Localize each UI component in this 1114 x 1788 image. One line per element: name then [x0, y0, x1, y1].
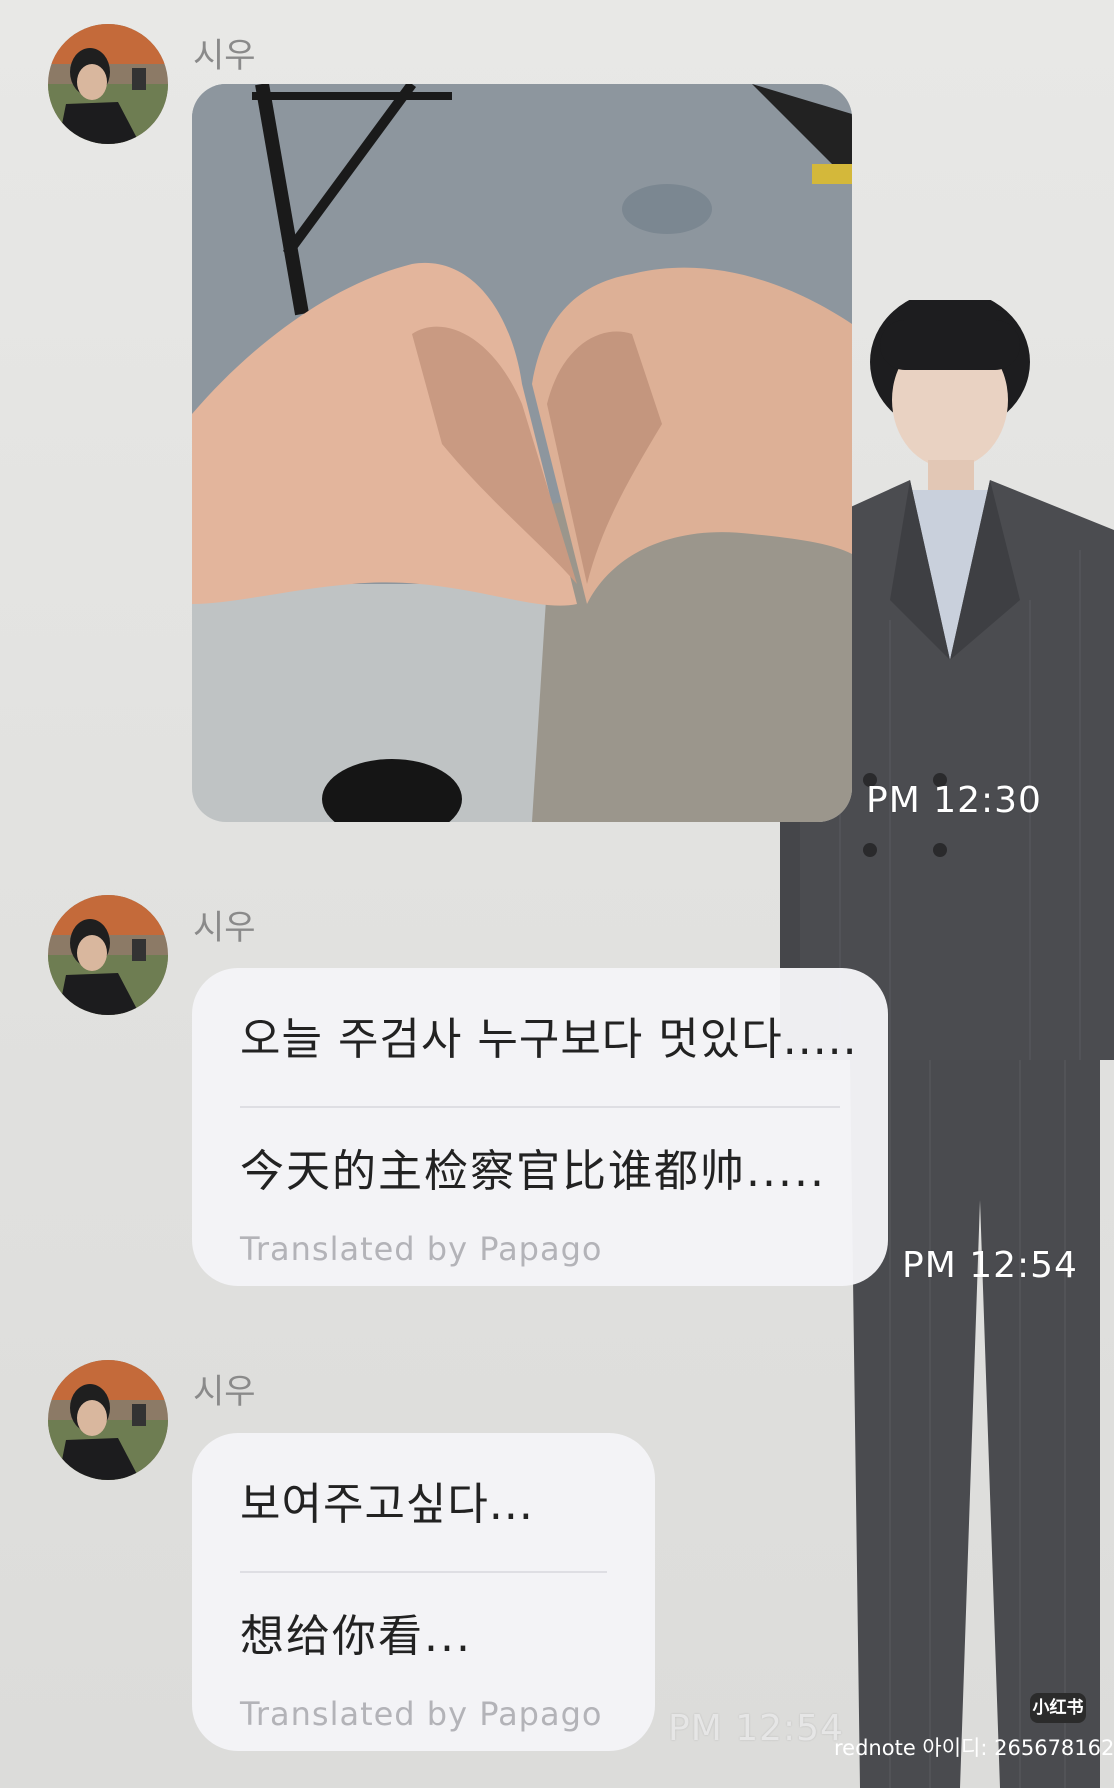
sender-avatar[interactable] — [48, 895, 168, 1015]
sender-avatar[interactable] — [48, 1360, 168, 1480]
heart-hands-photo-icon — [192, 84, 852, 822]
translation-divider — [240, 1571, 607, 1573]
translation-credit: Translated by Papago — [240, 1230, 603, 1268]
sender-name: 시우 — [193, 908, 256, 948]
sender-avatar[interactable] — [48, 24, 168, 144]
message-timestamp: PM 12:30 — [866, 780, 1042, 821]
sender-name: 시우 — [193, 36, 256, 76]
photo-message-heart-hands[interactable] — [192, 84, 852, 822]
message-original-text: 오늘 주검사 누구보다 멋있다..... — [240, 1014, 858, 1065]
message-timestamp: PM 12:54 — [668, 1708, 844, 1749]
message-original-text: 보여주고싶다... — [240, 1479, 534, 1530]
rednote-id-watermark: rednote 아이디: 265678162 — [834, 1736, 1114, 1760]
message-bubble[interactable]: 오늘 주검사 누구보다 멋있다..... 今天的主检察官比谁都帅..... Tr… — [192, 968, 888, 1286]
message-translated-text: 今天的主检察官比谁都帅..... — [240, 1146, 826, 1197]
translation-divider — [240, 1106, 840, 1108]
rednote-logo: 小红书 — [1030, 1693, 1086, 1723]
message-timestamp: PM 12:54 — [902, 1245, 1078, 1286]
translation-credit: Translated by Papago — [240, 1695, 603, 1733]
message-bubble[interactable]: 보여주고싶다... 想给你看... Translated by Papago — [192, 1433, 655, 1751]
sender-name: 시우 — [193, 1372, 256, 1412]
message-translated-text: 想给你看... — [240, 1611, 472, 1662]
